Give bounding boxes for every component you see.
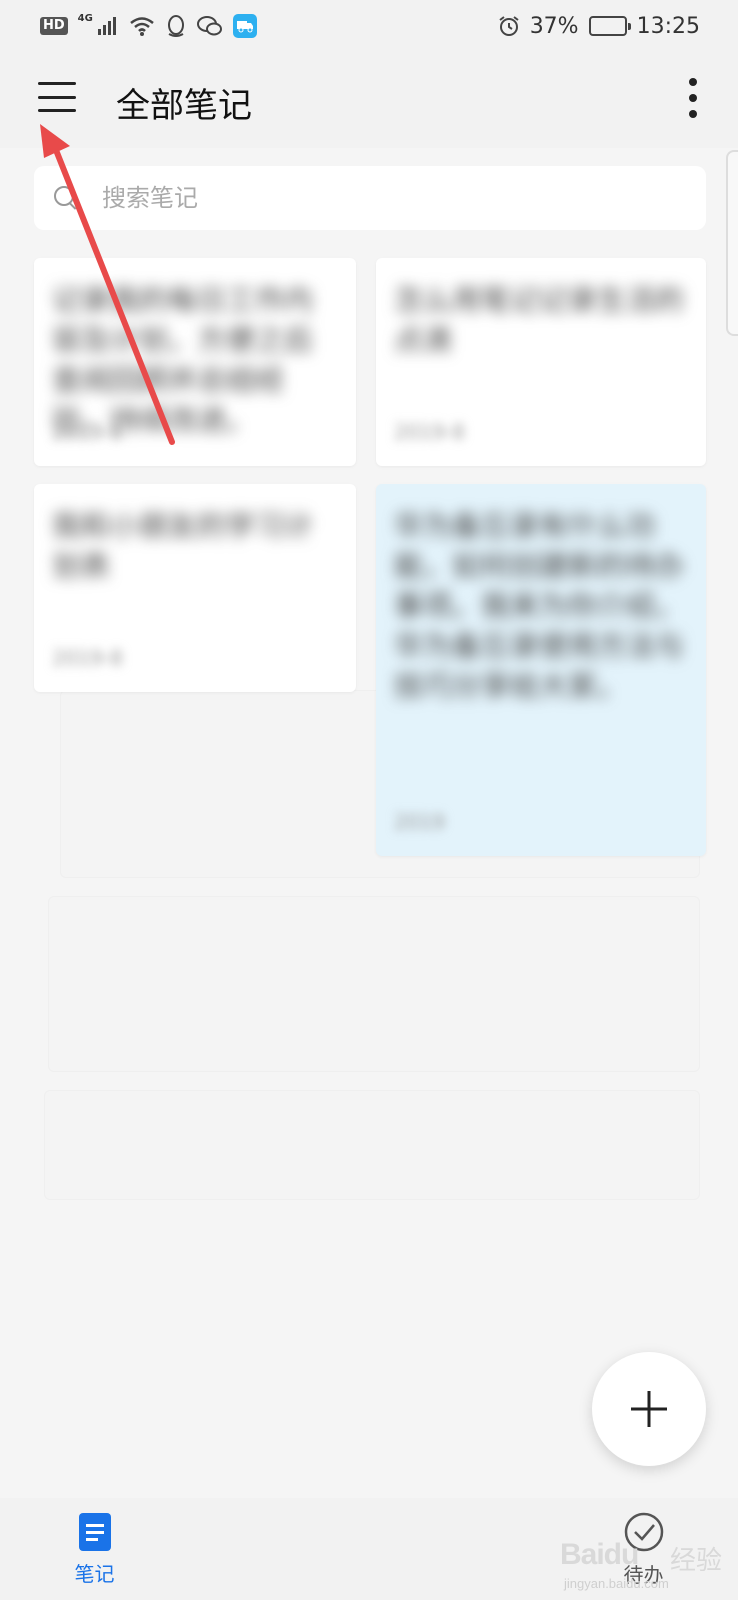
- signal-icon: [97, 17, 116, 35]
- watermark-suffix: 经验: [670, 1546, 723, 1576]
- plus-icon: [631, 1391, 667, 1427]
- scroll-indicator[interactable]: [726, 150, 738, 336]
- wechat-icon: [196, 16, 222, 36]
- ghost-card: [44, 1090, 700, 1200]
- add-note-button[interactable]: [592, 1352, 706, 1466]
- search-bar[interactable]: [34, 166, 706, 230]
- search-icon: [52, 184, 80, 212]
- hamburger-menu-icon[interactable]: [38, 82, 76, 112]
- note-date: 2019-8: [52, 646, 123, 670]
- alarm-clock-icon: [499, 16, 519, 36]
- battery-percent: 37%: [529, 13, 579, 39]
- watermark-brand: Baidu: [560, 1538, 639, 1571]
- search-input[interactable]: [102, 184, 662, 212]
- note-card[interactable]: 记录我的每日工作内容及计划，方便之后查阅回顾并总结经验，持续改进。 2019-8: [34, 258, 356, 466]
- ghost-card: [48, 896, 700, 1072]
- note-date: 2019-8: [52, 420, 123, 444]
- hd-badge: HD: [40, 17, 68, 35]
- battery-icon: [588, 16, 631, 36]
- note-date: 2019: [394, 810, 445, 834]
- note-card[interactable]: 华为备忘录有什么功能，如何创建新的待办事项。我来为你介绍，华为备忘录使用方法与技…: [376, 484, 706, 856]
- app-header: 全部笔记: [0, 52, 738, 148]
- baidu-watermark: Baidu 经验 jingyan.baidu.com: [560, 1534, 730, 1594]
- status-right: 37% 13:25: [498, 14, 700, 39]
- note-card[interactable]: 我和小朋友的学习计划表 2019-8: [34, 484, 356, 692]
- watermark-url: jingyan.baidu.com: [564, 1576, 669, 1591]
- note-text: 怎么用笔记记录生活的点滴: [394, 283, 685, 357]
- clock-time: 13:25: [636, 13, 700, 39]
- more-vertical-icon[interactable]: [686, 78, 700, 118]
- status-left: HD 4G: [40, 12, 257, 38]
- qq-icon: [167, 15, 184, 37]
- tab-notes-label: 笔记: [74, 1561, 115, 1586]
- note-text: 我和小朋友的学习计划表: [52, 509, 314, 583]
- delivery-app-icon: [232, 14, 257, 38]
- note-card[interactable]: 怎么用笔记记录生活的点滴 2019-8: [376, 258, 706, 466]
- note-text: 华为备忘录有什么功能，如何创建新的待办事项。我来为你介绍，华为备忘录使用方法与技…: [394, 509, 685, 703]
- note-date: 2019-8: [394, 420, 465, 444]
- network-label: 4G: [77, 12, 93, 24]
- note-text: 记录我的每日工作内容及计划，方便之后查阅回顾并总结经验，持续改进。: [52, 283, 314, 437]
- status-bar: HD 4G 37% 13:25: [0, 0, 738, 52]
- wifi-icon: [130, 17, 154, 36]
- notes-icon: [78, 1512, 111, 1551]
- tab-notes[interactable]: 笔记: [0, 1498, 189, 1600]
- page-title: 全部笔记: [116, 86, 252, 126]
